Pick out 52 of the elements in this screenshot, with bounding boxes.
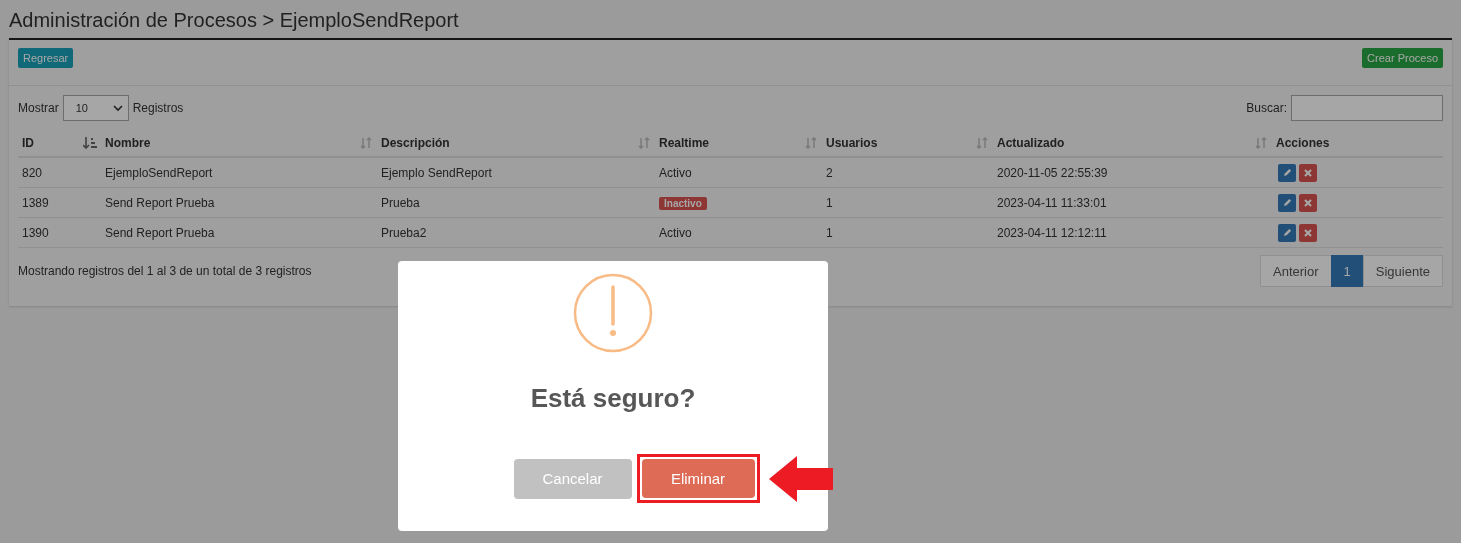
delete-button[interactable]	[1299, 163, 1317, 182]
page-title: Administración de Procesos > EjemploSendReport	[8, 8, 460, 33]
close-icon	[1304, 168, 1312, 177]
edit-button[interactable]	[1278, 163, 1296, 182]
chevron-down-icon	[112, 104, 123, 112]
edit-button[interactable]	[1278, 193, 1296, 212]
status-badge: Inactivo	[659, 196, 707, 210]
table-cell: Prueba	[377, 187, 655, 218]
column-header[interactable]: Usuarios	[826, 136, 878, 150]
column-header[interactable]: Nombre	[105, 136, 151, 150]
status-text: Activo	[659, 225, 692, 240]
search-field[interactable]	[1291, 95, 1443, 121]
pagination-button[interactable]: 1	[1330, 255, 1364, 287]
page-size-select[interactable]: 10	[62, 95, 129, 121]
column-header[interactable]: Descripción	[381, 136, 450, 150]
pencil-icon	[1282, 228, 1292, 237]
delete-button[interactable]	[1299, 193, 1317, 212]
edit-button[interactable]	[1278, 223, 1296, 242]
table-cell: 2023-04-11 12:12:11	[993, 217, 1272, 248]
table-cell: 1	[822, 217, 993, 248]
pencil-icon	[1282, 198, 1292, 207]
delete-button[interactable]	[1299, 223, 1317, 242]
close-icon	[1304, 228, 1312, 237]
table-cell: 1390	[18, 217, 101, 248]
column-header[interactable]: ID	[22, 136, 34, 150]
close-icon	[1304, 198, 1312, 207]
table-cell: 2	[822, 157, 993, 188]
status-text: Activo	[659, 165, 692, 180]
warning-icon	[573, 273, 653, 353]
table-cell: 2023-04-11 11:33:01	[993, 187, 1272, 218]
table-cell: Send Report Prueba	[101, 217, 377, 248]
table-cell: Ejemplo SendReport	[377, 157, 655, 188]
records-label: Registros	[132, 101, 184, 115]
table-cell: 1389	[18, 187, 101, 218]
column-header[interactable]: Realtime	[659, 136, 710, 150]
pointer-arrow	[768, 455, 833, 502]
table-cell: Send Report Prueba	[101, 187, 377, 218]
table-cell: 1	[822, 187, 993, 218]
table-cell: Prueba2	[377, 217, 655, 248]
column-header[interactable]: Acciones	[1276, 136, 1330, 150]
pagination-button[interactable]: Anterior	[1260, 255, 1332, 287]
column-header[interactable]: Actualizado	[997, 136, 1065, 150]
table-cell: 2020-11-05 22:55:39	[993, 157, 1272, 188]
search-label: Buscar:	[1246, 101, 1287, 115]
table-cell: EjemploSendReport	[101, 157, 377, 188]
table-info: Mostrando registros del 1 al 3 de un total de 3 registros	[18, 264, 312, 278]
pencil-icon	[1282, 168, 1292, 177]
delete-confirm-button[interactable]: Eliminar	[641, 459, 755, 498]
pagination-button[interactable]: Siguiente	[1362, 255, 1443, 287]
dialog-title: Está seguro?	[530, 383, 696, 414]
show-label: Mostrar	[18, 101, 59, 115]
table-cell: 820	[18, 157, 101, 188]
